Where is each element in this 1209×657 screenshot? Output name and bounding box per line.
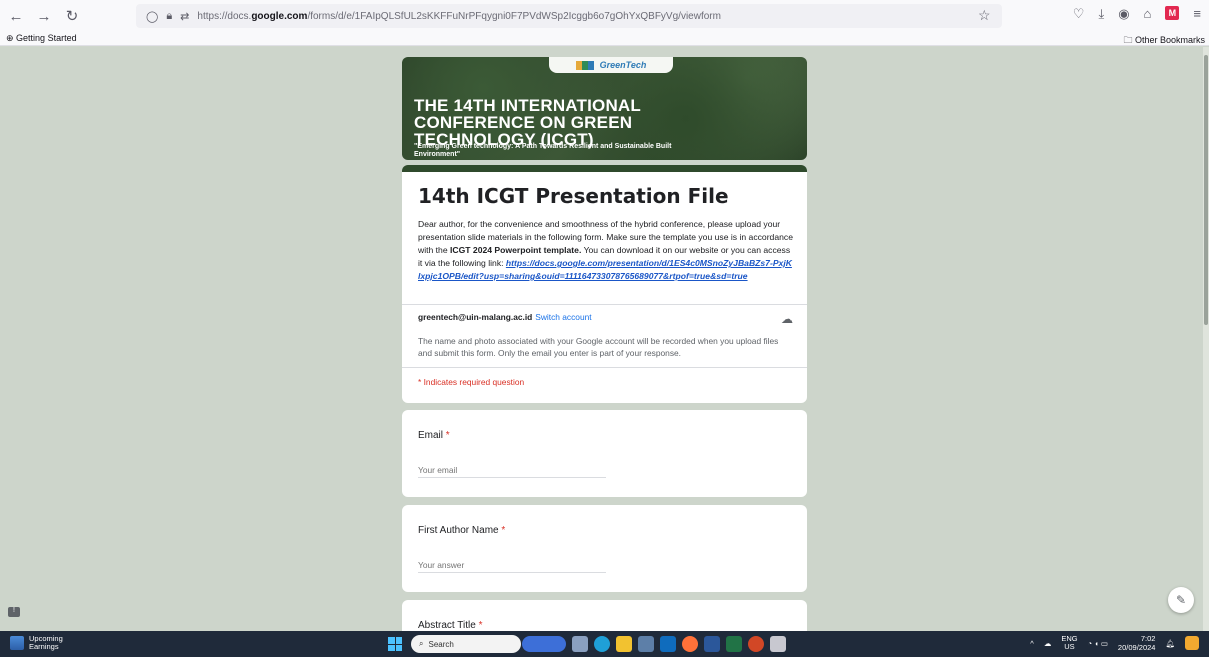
extensions-icon[interactable]: ⌂ — [1144, 6, 1152, 22]
edge-icon[interactable] — [594, 636, 610, 652]
form-page: GreenTech THE 14TH INTERNATIONAL CONFERE… — [0, 47, 1209, 631]
divider — [402, 304, 807, 305]
lang-region: US — [1064, 642, 1075, 651]
required-asterisk: * — [445, 430, 450, 441]
question-text: Email — [418, 430, 444, 441]
account-email: greentech@uin-malang.ac.id — [418, 312, 533, 322]
excel-icon[interactable] — [726, 636, 742, 652]
task-view-icon[interactable] — [572, 636, 588, 652]
menu-icon[interactable]: ≡ — [1193, 6, 1201, 22]
file-explorer-icon[interactable] — [616, 636, 632, 652]
taskbar-apps — [522, 636, 786, 652]
report-icon[interactable]: ! — [8, 607, 20, 617]
firefox-icon[interactable] — [682, 636, 698, 652]
outlook-icon[interactable] — [660, 636, 676, 652]
account-icon[interactable]: ◉ — [1118, 6, 1129, 22]
clock-time: 7:02 — [1140, 634, 1156, 643]
url-path: /forms/d/e/1FAIpQLSfUL2sKKFFuNrPFqygni0F… — [307, 10, 721, 22]
header-banner: GreenTech THE 14TH INTERNATIONAL CONFERE… — [402, 57, 807, 160]
widgets-app-icon[interactable] — [522, 636, 566, 652]
form-title: 14th ICGT Presentation File — [418, 184, 729, 208]
url-prefix: https://docs. — [197, 10, 252, 22]
widget-icon — [10, 636, 24, 650]
forward-arrow-icon[interactable]: → — [32, 4, 56, 28]
question-label: Abstract Title * — [418, 620, 483, 631]
question-label: Email * — [418, 430, 450, 441]
widget-line2: Earnings — [29, 642, 59, 651]
clock-date: 20/09/2024 — [1117, 643, 1156, 652]
chevron-up-icon[interactable]: ^ — [1030, 639, 1034, 648]
widget-text: Upcoming Earnings — [29, 635, 63, 651]
greentech-logo: GreenTech — [549, 57, 673, 73]
copilot-icon[interactable] — [1185, 636, 1199, 650]
windows-start-icon[interactable] — [388, 637, 402, 651]
powerpoint-icon[interactable] — [748, 636, 764, 652]
email-field[interactable] — [418, 462, 606, 478]
shield-icon: ◯ — [146, 10, 159, 23]
logo-blocks — [575, 60, 594, 70]
clock[interactable]: 7:02 20/09/2024 — [1118, 634, 1156, 652]
wifi-volume-battery-icon[interactable]: ◔ ◖ ▭ — [1088, 639, 1108, 648]
addon-icon[interactable]: M — [1165, 6, 1180, 20]
cloud-saved-icon: ☁ — [781, 312, 793, 326]
question-text: First Author Name — [418, 525, 499, 536]
switch-account-link[interactable]: Switch account — [535, 312, 591, 322]
address-bar[interactable]: ◯ 🔒︎ ⇄ https://docs. google.com/forms/d/e… — [136, 4, 1002, 28]
reload-icon[interactable]: ↻ — [60, 4, 84, 28]
store-icon[interactable] — [638, 636, 654, 652]
form-header-card: 14th ICGT Presentation File Dear author,… — [402, 165, 807, 403]
desc-bold: ICGT 2024 Powerpoint template. — [450, 245, 582, 255]
cloud-tray-icon[interactable]: ☁ — [1044, 639, 1052, 648]
required-asterisk: * — [501, 525, 506, 536]
lock-icon: 🔒︎ — [166, 9, 173, 22]
windows-taskbar: Upcoming Earnings ⌕ Search ^ ☁ ENG US ◔ ◖ ▭… — [0, 631, 1209, 657]
bookmark-getting-started[interactable]: ⊕ Getting Started — [6, 33, 77, 44]
snipping-tool-icon[interactable] — [770, 636, 786, 652]
browser-toolbar: ← → ↻ ◯ 🔒︎ ⇄ https://docs. google.com/for… — [0, 0, 1209, 32]
privacy-note: The name and photo associated with your … — [418, 336, 779, 358]
logo-text: GreenTech — [599, 60, 647, 70]
news-widget[interactable]: Upcoming Earnings — [10, 635, 63, 651]
toolbar-right: ♡ ⤓ ◉ ⌂ M ≡ — [1073, 6, 1201, 22]
question-card-first-author: First Author Name * — [402, 505, 807, 592]
word-icon[interactable] — [704, 636, 720, 652]
download-icon[interactable]: ⤓ — [1098, 6, 1104, 22]
scrollbar-thumb[interactable] — [1204, 55, 1208, 325]
bookmark-label: Getting Started — [16, 33, 77, 43]
pocket-icon[interactable]: ♡ — [1073, 6, 1085, 22]
nav-buttons: ← → ↻ — [4, 4, 84, 28]
form-description: Dear author, for the convenience and smo… — [418, 218, 794, 283]
bookmarks-bar: ⊕ Getting Started 🗀 Other Bookmarks — [0, 32, 1209, 46]
account-info: greentech@uin-malang.ac.id Switch account — [418, 312, 592, 322]
system-tray: ^ ☁ ENG US ◔ ◖ ▭ 7:02 20/09/2024 🔔︎ — [1030, 634, 1199, 652]
required-note: * Indicates required question — [418, 377, 525, 387]
url-host: google.com — [251, 10, 308, 22]
bookmark-star-icon[interactable]: ☆ — [978, 7, 991, 24]
edit-pencil-icon[interactable]: ✎ — [1168, 587, 1194, 613]
search-icon: ⌕ — [419, 639, 424, 648]
required-asterisk: * — [478, 620, 483, 631]
back-arrow-icon[interactable]: ← — [4, 4, 28, 28]
bookmark-label: Other Bookmarks — [1134, 35, 1205, 45]
search-label: Search — [428, 639, 454, 649]
notification-bell-icon[interactable]: 🔔︎ — [1165, 639, 1175, 648]
question-text: Abstract Title — [418, 620, 476, 631]
language-indicator[interactable]: ENG US — [1061, 635, 1077, 651]
question-card-abstract-title: Abstract Title * — [402, 600, 807, 631]
scrollbar[interactable] — [1203, 47, 1209, 631]
banner-subtitle: "Emerging Green technology: A Path Towar… — [414, 143, 672, 158]
banner-title: THE 14TH INTERNATIONAL CONFERENCE ON GRE… — [414, 96, 641, 149]
permissions-icon: ⇄ — [180, 10, 190, 23]
question-label: First Author Name * — [418, 525, 505, 536]
taskbar-search[interactable]: ⌕ Search — [411, 635, 521, 653]
question-card-email: Email * — [402, 410, 807, 497]
first-author-field[interactable] — [418, 557, 606, 573]
divider — [402, 367, 807, 368]
